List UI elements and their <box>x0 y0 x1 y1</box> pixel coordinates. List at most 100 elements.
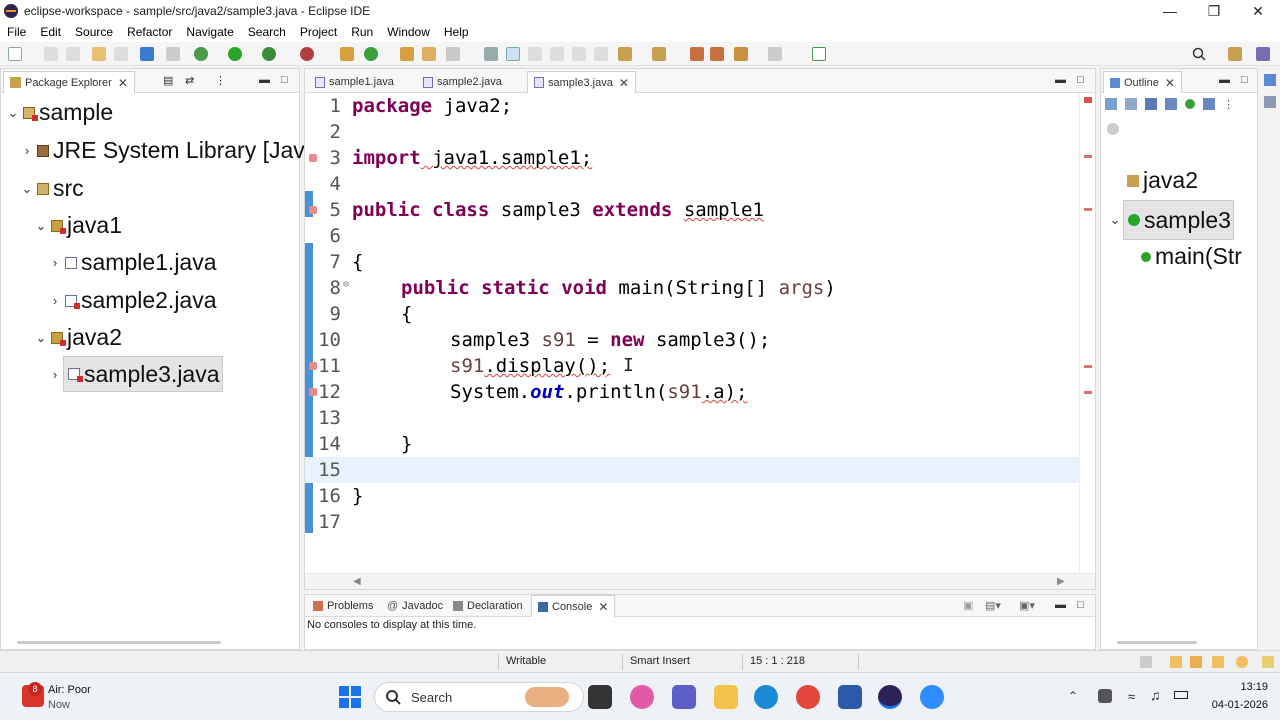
menu-window[interactable]: Window <box>380 25 437 39</box>
search-icon[interactable] <box>1192 47 1206 61</box>
folder-icon[interactable] <box>1190 656 1202 668</box>
tree-item-src[interactable]: ⌄ src <box>19 175 84 202</box>
new-package-icon[interactable] <box>340 47 354 61</box>
outline-item-main[interactable]: main(Str <box>1139 243 1242 270</box>
search-tool-icon[interactable] <box>446 47 460 61</box>
chevron-up-icon[interactable]: ⌃ <box>1068 689 1078 703</box>
minimize-view-icon[interactable]: ▬ <box>1055 599 1066 611</box>
menu-search[interactable]: Search <box>241 25 293 39</box>
minimize-view-icon[interactable]: ▬ <box>1219 74 1230 86</box>
menu-run[interactable]: Run <box>344 25 380 39</box>
collapse-all-icon[interactable] <box>1105 98 1117 110</box>
eclipse-taskbar-icon[interactable] <box>878 685 902 709</box>
maximize-view-icon[interactable]: □ <box>281 74 288 86</box>
outline-item-java2[interactable]: java2 <box>1125 167 1198 194</box>
clock-date[interactable]: 04-01-2026 <box>1200 699 1268 711</box>
paragraph-icon[interactable] <box>594 47 608 61</box>
overview-error-mark[interactable] <box>1084 391 1092 394</box>
undo-icon[interactable] <box>92 47 106 61</box>
edge-icon[interactable] <box>754 685 778 709</box>
scroll-left-icon[interactable]: ◀ <box>353 576 361 587</box>
overview-error-mark[interactable] <box>1084 208 1092 211</box>
hide-nonpublic-icon[interactable] <box>1185 99 1195 109</box>
next-annotation-icon[interactable] <box>618 47 632 61</box>
overview-ruler[interactable] <box>1079 93 1095 573</box>
tree-item-sample1-java[interactable]: › sample1.java <box>47 249 217 276</box>
tab-sample1-java[interactable]: sample1.java <box>309 71 400 93</box>
error-summary-icon[interactable] <box>1084 97 1092 103</box>
tab-package-explorer[interactable]: Package Explorer ✕ <box>3 71 135 93</box>
menu-help[interactable]: Help <box>437 25 476 39</box>
zoom-icon[interactable] <box>920 685 944 709</box>
block-selection-icon[interactable] <box>528 47 542 61</box>
error-marker-icon[interactable] <box>309 388 317 396</box>
weather-label[interactable]: Air: Poor <box>48 684 91 696</box>
coverage-icon[interactable] <box>262 47 276 61</box>
new-class-icon[interactable] <box>364 47 378 61</box>
word-wrap-icon[interactable] <box>550 47 564 61</box>
tab-sample2-java[interactable]: sample2.java <box>417 71 508 93</box>
selected-outline-item[interactable]: sample3 <box>1123 200 1234 240</box>
filter-icon[interactable]: ⋮ <box>215 74 226 87</box>
status-tool-icon[interactable] <box>1140 656 1152 668</box>
maximize-editor-icon[interactable]: □ <box>1077 74 1084 86</box>
tab-outline[interactable]: Outline ✕ <box>1103 71 1182 93</box>
restore-outline-icon[interactable] <box>1264 74 1276 86</box>
minimize-view-icon[interactable]: ▬ <box>259 74 270 86</box>
external-tools-icon[interactable] <box>300 47 314 61</box>
store-icon[interactable] <box>838 685 862 709</box>
menu-source[interactable]: Source <box>68 25 120 39</box>
prev-annotation-icon[interactable] <box>652 47 666 61</box>
back-icon[interactable] <box>734 47 748 61</box>
collapse-all-icon[interactable]: ▤ <box>163 74 173 87</box>
tree-item-sample3-java[interactable]: › sample3.java <box>47 356 223 392</box>
toggle-breadcrumb-icon[interactable] <box>484 47 498 61</box>
windows-start-icon[interactable] <box>338 685 362 709</box>
chevron-down-icon[interactable]: ⌄ <box>5 105 21 121</box>
tab-console[interactable]: Console ✕ <box>531 595 616 617</box>
menu-navigate[interactable]: Navigate <box>179 25 240 39</box>
outline-item-sample3[interactable]: ⌄ sample3 <box>1107 200 1234 240</box>
task-view-icon[interactable] <box>588 685 612 709</box>
last-edit-icon[interactable] <box>690 47 704 61</box>
volume-icon[interactable]: ♫ <box>1150 687 1161 703</box>
tree-item-jre-library[interactable]: › JRE System Library [Jav <box>19 137 305 164</box>
open-perspective-icon[interactable] <box>1228 47 1242 61</box>
error-marker-icon[interactable] <box>309 206 317 214</box>
pin-console-icon[interactable]: ▣ <box>963 599 973 612</box>
maximize-button[interactable]: ❐ <box>1192 0 1236 22</box>
scroll-right-icon[interactable]: ▶ <box>1057 576 1065 587</box>
debug-icon[interactable] <box>194 47 208 61</box>
forward-icon[interactable] <box>768 47 782 61</box>
minimize-editor-icon[interactable]: ▬ <box>1055 74 1066 86</box>
tree-item-java2[interactable]: ⌄ java2 <box>33 324 122 351</box>
skip-breakpoints-icon[interactable] <box>166 47 180 61</box>
chrome-icon[interactable] <box>796 685 820 709</box>
pencil-icon[interactable] <box>1212 656 1224 668</box>
copilot-icon[interactable] <box>630 685 654 709</box>
chevron-right-icon[interactable]: › <box>47 367 63 382</box>
close-tab-icon[interactable]: ✕ <box>1165 76 1175 90</box>
save-icon[interactable] <box>44 47 58 61</box>
error-marker-icon[interactable] <box>309 154 317 162</box>
horizontal-scrollbar[interactable] <box>1117 641 1197 644</box>
tree-item-java1[interactable]: ⌄ java1 <box>33 212 122 239</box>
display-console-icon[interactable]: ▤▾ <box>985 599 1001 612</box>
hide-static-icon[interactable] <box>1165 98 1177 110</box>
chevron-right-icon[interactable]: › <box>19 143 35 158</box>
tab-declaration[interactable]: Declaration <box>447 595 529 617</box>
task-list-icon[interactable] <box>1264 96 1276 108</box>
wifi-icon[interactable]: ≈ <box>1128 689 1135 704</box>
tab-sample3-java[interactable]: sample3.java ✕ <box>527 71 636 93</box>
tree-item-sample[interactable]: ⌄ sample <box>5 99 114 126</box>
chevron-down-icon[interactable]: ⌄ <box>33 218 49 234</box>
pin-editor-icon[interactable] <box>812 47 826 61</box>
menu-edit[interactable]: Edit <box>33 25 68 39</box>
terminal-icon[interactable] <box>140 47 154 61</box>
save-all-icon[interactable] <box>66 47 80 61</box>
menu-file[interactable]: File <box>0 25 33 39</box>
run-icon[interactable] <box>228 47 242 61</box>
chevron-right-icon[interactable]: › <box>47 293 63 308</box>
open-type-icon[interactable] <box>400 47 414 61</box>
minimize-button[interactable]: — <box>1148 0 1192 22</box>
